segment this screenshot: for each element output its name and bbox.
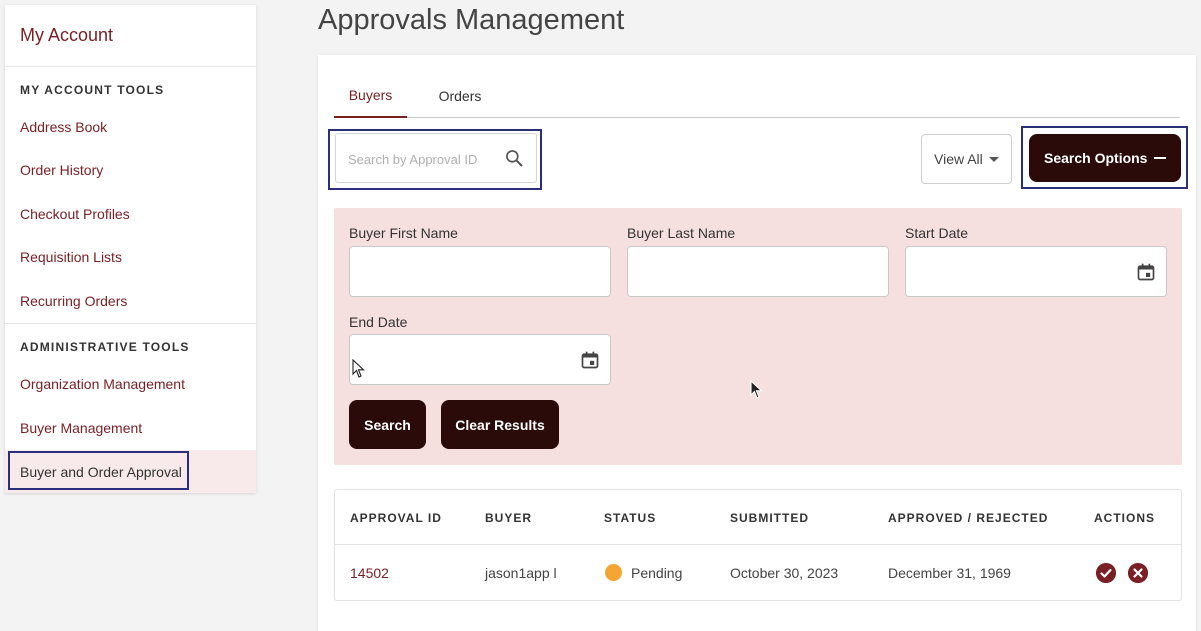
sidebar: My Account MY ACCOUNT TOOLS Address Book…	[5, 5, 256, 493]
sidebar-item-buyer-order-approval[interactable]: Buyer and Order Approval	[5, 450, 256, 493]
cursor-pointer-icon	[750, 380, 763, 399]
status-cell: Pending	[631, 565, 683, 581]
main-card: Buyers Orders View All Search Options Bu…	[318, 55, 1196, 631]
tab-bar: Buyers Orders	[334, 73, 1180, 118]
column-header-status: STATUS	[604, 511, 657, 525]
sidebar-item-requisition-lists[interactable]: Requisition Lists	[5, 235, 256, 278]
chevron-down-icon	[989, 157, 999, 162]
end-date-label: End Date	[349, 314, 408, 330]
tab-buyers[interactable]: Buyers	[334, 73, 407, 118]
column-header-actions: ACTIONS	[1094, 511, 1155, 525]
column-header-approval-id: APPROVAL ID	[350, 511, 442, 525]
calendar-icon[interactable]	[1136, 262, 1156, 282]
column-header-submitted: SUBMITTED	[730, 511, 809, 525]
view-all-label: View All	[934, 151, 983, 167]
sidebar-item-recurring-orders[interactable]: Recurring Orders	[5, 279, 256, 322]
end-date-field	[349, 334, 611, 385]
sidebar-item-buyer-management[interactable]: Buyer Management	[5, 406, 256, 449]
sidebar-title: My Account	[5, 5, 256, 67]
cursor-pointer-icon	[352, 359, 365, 378]
approve-check-icon[interactable]	[1096, 563, 1116, 583]
buyer-first-name-input[interactable]	[350, 247, 610, 296]
search-options-panel: Buyer First Name Buyer Last Name Start D…	[334, 208, 1182, 465]
section-heading-account-tools: MY ACCOUNT TOOLS	[20, 83, 165, 97]
section-heading-admin-tools: ADMINISTRATIVE TOOLS	[20, 340, 190, 354]
search-field	[335, 133, 537, 183]
table-header: APPROVAL ID BUYER STATUS SUBMITTED APPRO…	[335, 490, 1181, 545]
sidebar-divider	[5, 323, 256, 324]
buyer-first-name-label: Buyer First Name	[349, 225, 458, 241]
buyer-last-name-input[interactable]	[628, 247, 888, 296]
search-button[interactable]: Search	[349, 400, 426, 449]
calendar-icon[interactable]	[580, 350, 600, 370]
buyer-first-name-field	[349, 246, 611, 297]
reject-x-icon[interactable]	[1128, 563, 1148, 583]
sidebar-item-address-book[interactable]: Address Book	[5, 105, 256, 148]
buyer-cell: jason1app l	[485, 565, 557, 581]
end-date-input[interactable]	[350, 335, 610, 384]
view-all-dropdown[interactable]: View All	[921, 134, 1012, 184]
sidebar-item-order-history[interactable]: Order History	[5, 148, 256, 191]
page-title: Approvals Management	[318, 4, 625, 36]
status-dot-icon	[605, 564, 622, 581]
submitted-cell: October 30, 2023	[730, 565, 839, 581]
search-icon[interactable]	[504, 148, 524, 168]
column-header-buyer: BUYER	[485, 511, 533, 525]
start-date-field	[905, 246, 1167, 297]
minus-icon	[1154, 157, 1166, 159]
tab-orders[interactable]: Orders	[426, 73, 494, 118]
approval-id-link[interactable]: 14502	[350, 565, 389, 581]
search-input[interactable]	[348, 148, 498, 170]
start-date-label: Start Date	[905, 225, 969, 241]
search-options-label: Search Options	[1044, 150, 1148, 166]
column-header-approved-rejected: APPROVED / REJECTED	[888, 511, 1049, 525]
approvals-table: APPROVAL ID BUYER STATUS SUBMITTED APPRO…	[334, 489, 1182, 601]
approved-rejected-cell: December 31, 1969	[888, 565, 1011, 581]
buyer-last-name-field	[627, 246, 889, 297]
sidebar-item-checkout-profiles[interactable]: Checkout Profiles	[5, 192, 256, 235]
start-date-input[interactable]	[906, 247, 1166, 296]
sidebar-item-organization-management[interactable]: Organization Management	[5, 362, 256, 405]
buyer-last-name-label: Buyer Last Name	[627, 225, 736, 241]
search-options-button[interactable]: Search Options	[1029, 134, 1181, 182]
clear-results-button[interactable]: Clear Results	[441, 400, 559, 449]
table-row: 14502 jason1app l Pending October 30, 20…	[335, 545, 1181, 601]
